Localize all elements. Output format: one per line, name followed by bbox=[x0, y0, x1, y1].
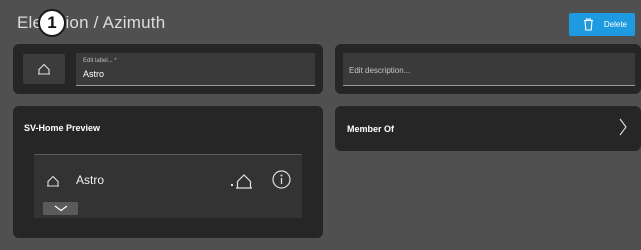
delete-label: Delete bbox=[603, 20, 627, 29]
preview-panel: SV-Home Preview Astro bbox=[13, 106, 323, 238]
chevron-down-icon bbox=[54, 205, 67, 212]
icon-picker-button[interactable] bbox=[23, 54, 65, 84]
preview-item-name: Astro bbox=[76, 173, 105, 187]
app-root: Elevation / Azimuth 1 Delete Edit label.… bbox=[0, 0, 641, 250]
label-field-value: Astro bbox=[83, 69, 105, 79]
label-field-caption: Edit label... * bbox=[83, 58, 117, 64]
member-of-panel[interactable]: Member Of bbox=[335, 106, 641, 151]
home-status-icon[interactable] bbox=[230, 173, 254, 189]
info-icon[interactable] bbox=[272, 170, 291, 189]
trash-icon bbox=[584, 18, 593, 31]
description-field[interactable]: Edit description... bbox=[343, 53, 635, 86]
expand-button[interactable] bbox=[43, 202, 78, 215]
delete-button[interactable]: Delete bbox=[569, 13, 635, 36]
preview-card: Astro bbox=[34, 154, 302, 218]
home-icon bbox=[38, 63, 50, 75]
header: Elevation / Azimuth 1 Delete bbox=[0, 0, 641, 40]
step-badge: 1 bbox=[38, 9, 66, 37]
description-panel: Edit description... bbox=[335, 44, 641, 94]
description-placeholder: Edit description... bbox=[349, 66, 411, 75]
chevron-right-icon[interactable] bbox=[619, 118, 627, 136]
member-of-title: Member Of bbox=[347, 124, 395, 134]
label-field[interactable]: Edit label... * Astro bbox=[76, 53, 315, 86]
home-icon bbox=[47, 175, 59, 187]
label-panel: Edit label... * Astro bbox=[13, 44, 323, 94]
preview-title: SV-Home Preview bbox=[24, 123, 101, 133]
